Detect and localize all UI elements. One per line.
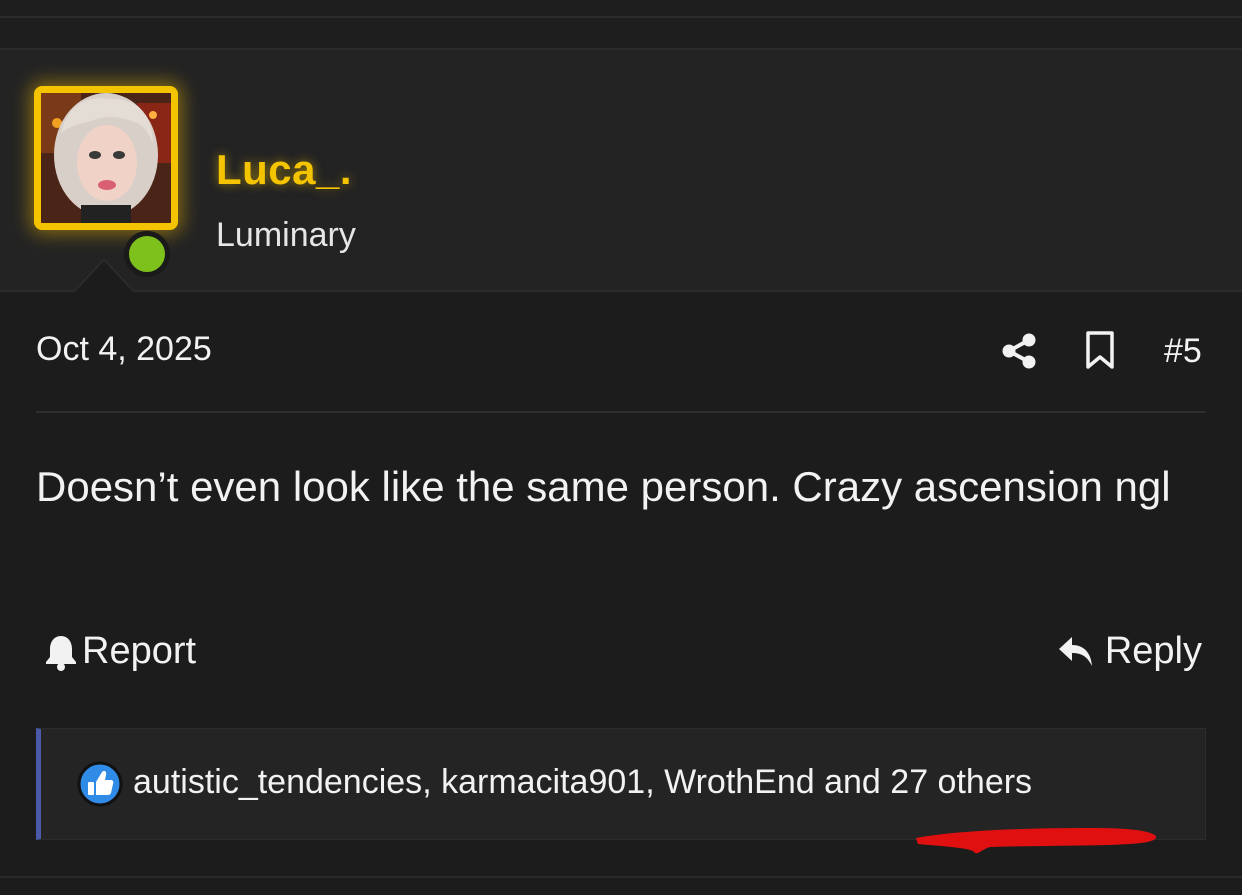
bookmark-icon[interactable] <box>1084 330 1116 370</box>
report-label: Report <box>82 630 197 672</box>
reactions-and: and <box>814 763 891 801</box>
avatar-frame <box>34 86 178 230</box>
reply-arrow-icon <box>1058 636 1092 666</box>
top-strip <box>0 0 1242 50</box>
report-button[interactable]: Report <box>44 630 196 673</box>
user-header: Luca_. Luminary <box>0 50 1242 292</box>
post-number[interactable]: #5 <box>1164 332 1202 371</box>
reactions-others-link[interactable]: 27 others <box>890 763 1032 801</box>
reply-label: Reply <box>1104 630 1202 672</box>
reactions-separator-2: , <box>645 763 665 801</box>
reactions-list: autistic_tendencies, karmacita901, Wroth… <box>133 763 1032 802</box>
post-divider <box>36 411 1206 413</box>
avatar[interactable] <box>34 86 178 277</box>
user-title: Luminary <box>216 216 356 254</box>
top-divider <box>0 16 1242 18</box>
red-underline-annotation <box>916 828 1157 854</box>
post-date[interactable]: Oct 4, 2025 <box>36 330 212 369</box>
username[interactable]: Luca_. <box>216 146 352 194</box>
share-icon[interactable] <box>1000 332 1038 370</box>
reactions-separator-1: , <box>422 763 442 801</box>
header-notch-inner <box>74 261 134 293</box>
reactor-user-2[interactable]: karmacita901 <box>441 763 645 801</box>
bottom-divider <box>0 876 1242 878</box>
post-body: Doesn’t even look like the same person. … <box>36 463 1171 510</box>
thumbs-up-icon <box>77 761 123 807</box>
avatar-image <box>41 93 171 223</box>
reply-button[interactable]: Reply <box>1057 630 1202 673</box>
reactor-user-1[interactable]: autistic_tendencies <box>133 763 422 801</box>
bell-icon <box>46 635 76 671</box>
reactor-user-3[interactable]: WrothEnd <box>664 763 815 801</box>
